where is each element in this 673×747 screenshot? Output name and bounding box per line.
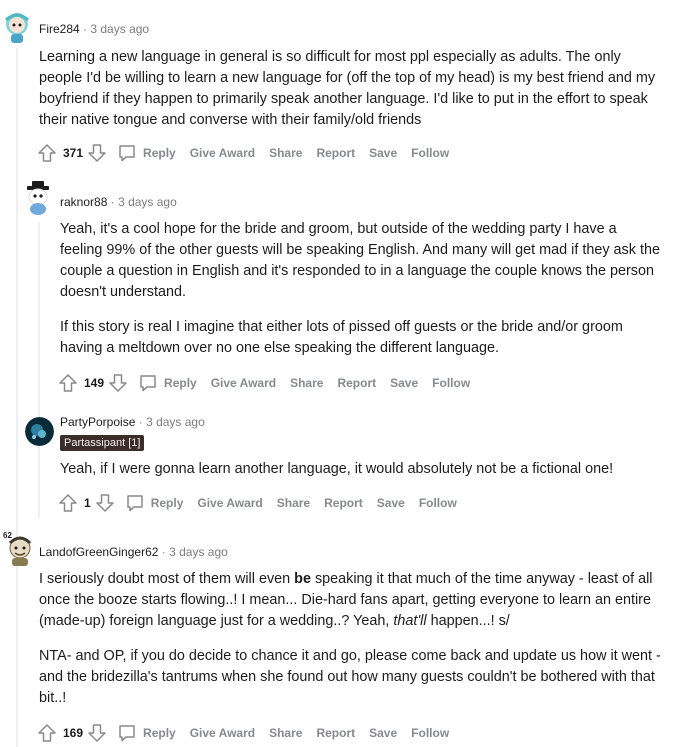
meta-separator: · bbox=[83, 22, 88, 36]
comment-paragraph: NTA- and OP, if you do decide to chance … bbox=[39, 648, 661, 706]
save-button[interactable]: Save bbox=[390, 376, 418, 390]
reply-label: Reply bbox=[150, 496, 184, 510]
give-award-button[interactable]: Give Award bbox=[190, 726, 255, 740]
report-button[interactable]: Report bbox=[316, 146, 355, 160]
reply-label: Reply bbox=[164, 376, 197, 390]
comment-body: Yeah, it's a cool hope for the bride and… bbox=[60, 219, 660, 359]
share-button[interactable]: Share bbox=[277, 496, 310, 510]
follow-button[interactable]: Follow bbox=[411, 726, 449, 740]
avatar[interactable] bbox=[25, 417, 54, 446]
avatar-badge: 62 bbox=[3, 531, 12, 540]
text-run: happen...! s/ bbox=[426, 613, 510, 629]
comment-body: Learning a new language in general is so… bbox=[39, 47, 659, 131]
reply-label: Reply bbox=[143, 726, 176, 740]
comment-bubble-icon bbox=[126, 495, 143, 512]
upvote-icon[interactable] bbox=[37, 723, 57, 743]
report-button[interactable]: Report bbox=[337, 376, 376, 390]
upvote-icon[interactable] bbox=[58, 373, 78, 393]
give-award-button[interactable]: Give Award bbox=[211, 376, 276, 390]
timestamp[interactable]: 3 days ago bbox=[118, 195, 177, 209]
timestamp[interactable]: 3 days ago bbox=[90, 22, 149, 36]
comment-paragraph: I seriously doubt most of them will even… bbox=[39, 569, 663, 632]
comment-meta: Fire284 · 3 days ago bbox=[39, 22, 149, 36]
comment-meta: PartyPorpoise · 3 days ago bbox=[60, 415, 205, 429]
report-button[interactable]: Report bbox=[316, 726, 355, 740]
downvote-icon[interactable] bbox=[87, 723, 107, 743]
save-button[interactable]: Save bbox=[377, 496, 405, 510]
vote-score: 169 bbox=[63, 726, 84, 740]
thread-line[interactable] bbox=[38, 222, 40, 518]
timestamp[interactable]: 3 days ago bbox=[146, 415, 205, 429]
save-button[interactable]: Save bbox=[369, 146, 397, 160]
text-run: I seriously doubt most of them will even bbox=[39, 571, 295, 587]
reply-button[interactable]: Reply bbox=[117, 723, 176, 743]
bold-text: be bbox=[294, 571, 311, 587]
username[interactable]: PartyPorpoise bbox=[60, 415, 135, 429]
follow-button[interactable]: Follow bbox=[419, 496, 457, 510]
reply-button[interactable]: Reply bbox=[138, 373, 197, 393]
share-button[interactable]: Share bbox=[269, 146, 302, 160]
comment-bubble-icon bbox=[119, 145, 135, 162]
downvote-icon[interactable] bbox=[87, 143, 107, 163]
vote-score: 371 bbox=[63, 146, 84, 160]
reply-button[interactable]: Reply bbox=[117, 143, 176, 163]
comment-meta: raknor88 · 3 days ago bbox=[60, 195, 177, 209]
comment-actions: 149 Reply Give Award Share Report Save F… bbox=[58, 371, 470, 395]
give-award-button[interactable]: Give Award bbox=[190, 146, 255, 160]
comment-body: I seriously doubt most of them will even… bbox=[39, 569, 663, 709]
upvote-icon[interactable] bbox=[37, 143, 57, 163]
comment-actions: 371 Reply Give Award Share Report Save F… bbox=[37, 141, 449, 165]
save-button[interactable]: Save bbox=[369, 726, 397, 740]
downvote-icon[interactable] bbox=[108, 373, 128, 393]
comment-bubble-icon bbox=[140, 375, 156, 392]
comment-body: Yeah, if I were gonna learn another lang… bbox=[60, 459, 660, 480]
reply-button[interactable]: Reply bbox=[125, 493, 184, 513]
meta-separator: · bbox=[161, 545, 166, 559]
thread-line[interactable] bbox=[16, 48, 18, 747]
share-button[interactable]: Share bbox=[290, 376, 323, 390]
username[interactable]: LandofGreenGinger62 bbox=[39, 545, 158, 559]
vote-score: 1 bbox=[84, 496, 91, 510]
avatar[interactable]: 62 bbox=[3, 531, 35, 567]
comment-paragraph: Learning a new language in general is so… bbox=[39, 49, 656, 128]
avatar[interactable] bbox=[2, 10, 32, 44]
meta-separator: · bbox=[138, 415, 143, 429]
comment-paragraph: If this story is real I imagine that eit… bbox=[60, 319, 623, 356]
comment-bubble-icon bbox=[119, 725, 135, 742]
username[interactable]: Fire284 bbox=[39, 22, 80, 36]
user-flair: Partassipant [1] bbox=[60, 435, 145, 451]
comment-paragraph: Yeah, it's a cool hope for the bride and… bbox=[60, 221, 660, 300]
avatar[interactable] bbox=[22, 180, 54, 216]
follow-button[interactable]: Follow bbox=[432, 376, 470, 390]
comment-meta: LandofGreenGinger62 · 3 days ago bbox=[39, 545, 228, 559]
timestamp[interactable]: 3 days ago bbox=[169, 545, 228, 559]
italic-text: that'll bbox=[393, 613, 427, 629]
downvote-icon[interactable] bbox=[95, 493, 115, 513]
comment-paragraph: Yeah, if I were gonna learn another lang… bbox=[60, 461, 614, 477]
comment-actions: 169 Reply Give Award Share Report Save F… bbox=[37, 721, 449, 745]
comment-actions: 1 Reply Give Award Share Report Save Fol… bbox=[58, 491, 457, 515]
vote-score: 149 bbox=[84, 376, 105, 390]
reply-label: Reply bbox=[143, 146, 176, 160]
share-button[interactable]: Share bbox=[269, 726, 302, 740]
give-award-button[interactable]: Give Award bbox=[197, 496, 262, 510]
upvote-icon[interactable] bbox=[58, 493, 78, 513]
meta-separator: · bbox=[110, 195, 115, 209]
follow-button[interactable]: Follow bbox=[411, 146, 449, 160]
report-button[interactable]: Report bbox=[324, 496, 363, 510]
username[interactable]: raknor88 bbox=[60, 195, 107, 209]
